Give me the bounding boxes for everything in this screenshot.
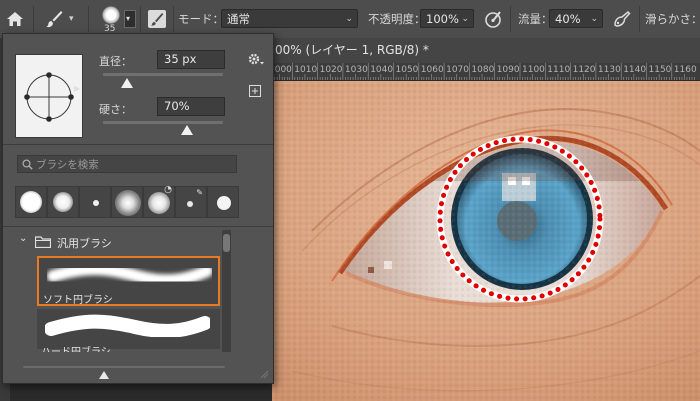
brush-list-scrollbar[interactable]	[222, 230, 231, 352]
ruler-tick-label: 1060	[420, 65, 444, 75]
mode-label: モード：	[178, 12, 224, 26]
search-icon	[22, 159, 33, 170]
hardness-value: 70%	[164, 99, 190, 113]
flow-input[interactable]: 40% ⌄	[549, 9, 603, 28]
soft-brush-stroke	[47, 263, 212, 286]
brush-preview-icon	[102, 6, 120, 24]
ruler-tick-label: 1140	[623, 65, 647, 75]
document-tab[interactable]: 00% (レイヤー 1, RGB/8) *	[272, 38, 700, 63]
gear-icon[interactable]	[247, 51, 265, 67]
resize-grip-icon[interactable]	[259, 369, 269, 379]
preview-size-slider[interactable]	[23, 366, 225, 368]
size-label: 直径：	[99, 55, 132, 68]
brush-item-label: ソフト円ブラシ	[43, 295, 113, 306]
hardness-slider[interactable]	[103, 121, 223, 124]
ruler-tick-label: 1100	[522, 65, 545, 75]
ruler-tick-label: 1050	[395, 65, 419, 75]
recent-brush-6[interactable]: ✎	[175, 186, 207, 218]
mode-select[interactable]: 通常 ⌄	[221, 9, 358, 28]
flow-label: 流量：	[518, 12, 553, 26]
folder-name: 汎用ブラシ	[57, 237, 112, 250]
ruler-tick-label: 1160	[673, 65, 697, 75]
ruler-tick-label: 1010	[294, 65, 318, 75]
flow-value: 40%	[555, 12, 581, 26]
ruler-tick-label: 1090	[496, 65, 520, 75]
size-slider-thumb[interactable]	[121, 78, 133, 88]
brush-search-input[interactable]: ブラシを検索	[17, 155, 237, 173]
ruler-tick-label: 1040	[370, 65, 394, 75]
brush-folder-general[interactable]: ⌄ 汎用ブラシ	[17, 233, 227, 251]
hardness-label: 硬さ：	[99, 103, 132, 116]
brush-angle-preview[interactable]	[15, 54, 83, 138]
hardness-slider-thumb[interactable]	[181, 125, 193, 135]
size-slider[interactable]	[103, 73, 223, 76]
brush-picker-toggle[interactable]: ▾	[124, 10, 136, 28]
recent-brush-4[interactable]	[111, 186, 143, 218]
ruler-tick-label: 1070	[446, 65, 469, 75]
pressure-icon	[485, 11, 501, 28]
caret-right-icon: ▶	[74, 84, 81, 93]
document-canvas[interactable]	[272, 81, 700, 401]
recent-brush-1[interactable]	[15, 186, 47, 218]
scrollbar-thumb[interactable]	[223, 234, 230, 252]
airbrush-icon	[614, 10, 631, 27]
brush-preset-panel: ▶ 直径： 35 px 硬さ： 70% ブラシを検索 ◔ ✎ ⌄ 汎用ブラシ ソ…	[2, 33, 274, 384]
chevron-down-icon[interactable]: ▾	[69, 14, 74, 24]
recent-brush-3[interactable]	[79, 186, 111, 218]
pressure-opacity-button[interactable]	[484, 0, 506, 38]
size-input[interactable]: 35 px	[157, 50, 225, 69]
smoothing-label: 滑らかさ：	[645, 12, 700, 26]
ruler-tick-label: 1020	[319, 65, 343, 75]
ruler-tick-label: 1130	[597, 65, 621, 75]
recent-brush-2[interactable]	[47, 186, 79, 218]
brush-item-hard-round[interactable]: ハード円ブラシ	[37, 309, 220, 352]
size-value: 35 px	[164, 52, 197, 66]
opacity-label: 不透明度：	[368, 12, 426, 26]
mode-value: 通常	[227, 12, 250, 26]
chevron-down-icon: ⌄	[590, 14, 598, 24]
recent-brush-7[interactable]	[207, 186, 239, 218]
folder-icon	[35, 236, 51, 248]
hardness-input[interactable]: 70%	[157, 97, 225, 116]
chevron-down-icon: ⌄	[19, 233, 28, 244]
add-preset-icon[interactable]	[249, 85, 261, 97]
ruler-tick-label: 1110	[547, 65, 571, 75]
recent-brush-5[interactable]: ◔	[143, 185, 175, 218]
eye-photo	[272, 81, 700, 401]
ruler-tick-label: 1030	[344, 65, 368, 75]
horizontal-ruler: 1000101010201030104010501060107010801090…	[272, 63, 700, 81]
home-icon	[7, 12, 23, 26]
ruler-tick-label: 1000	[272, 65, 292, 75]
opacity-value: 100%	[426, 12, 459, 26]
brush-icon	[46, 11, 63, 28]
preview-size-slider-thumb[interactable]	[98, 371, 109, 379]
airbrush-button[interactable]	[612, 0, 634, 38]
search-placeholder: ブラシを検索	[36, 159, 99, 171]
chevron-down-icon: ▾	[126, 14, 131, 23]
chevron-down-icon: ⌄	[345, 14, 353, 24]
brush-angle-roundness-icon	[24, 72, 74, 122]
pressure-badge-icon: ◔	[164, 185, 172, 195]
pen-badge-icon: ✎	[196, 188, 203, 197]
ruler-tick-label: 1120	[572, 65, 596, 75]
hard-brush-stroke	[45, 314, 210, 337]
document-tab-title: 00% (レイヤー 1, RGB/8) *	[275, 43, 429, 57]
recent-brushes: ◔ ✎	[15, 185, 239, 218]
brush-settings-icon	[148, 10, 166, 28]
ruler-tick-label: 1150	[648, 65, 672, 75]
brush-item-label: ハード円ブラシ	[41, 347, 111, 358]
ruler-tick-label: 1080	[471, 65, 495, 75]
chevron-down-icon: ⌄	[461, 14, 469, 24]
opacity-input[interactable]: 100% ⌄	[420, 9, 474, 28]
brush-item-soft-round[interactable]: ソフト円ブラシ	[37, 256, 220, 306]
